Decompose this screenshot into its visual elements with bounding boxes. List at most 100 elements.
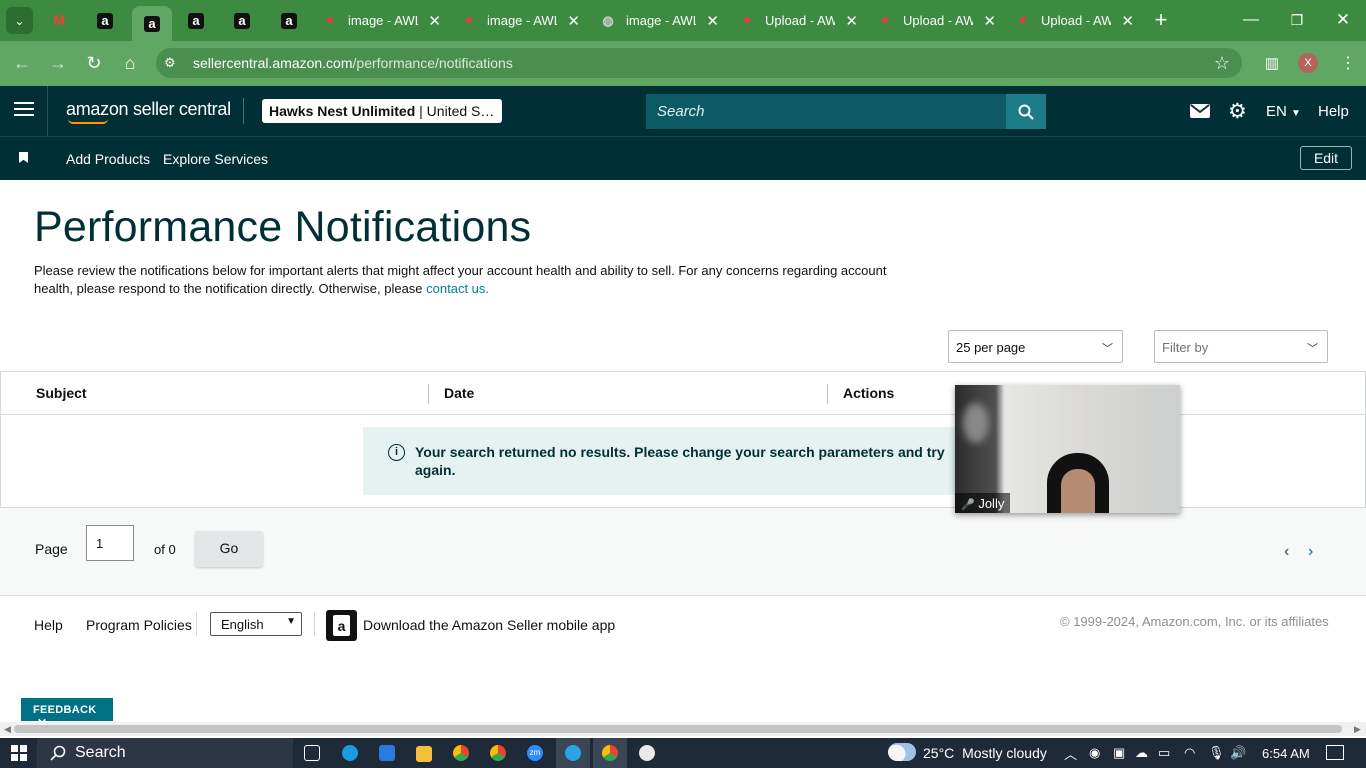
tray-overflow-icon[interactable]: ︿ bbox=[1064, 738, 1077, 768]
taskbar-search-box[interactable]: Search bbox=[37, 738, 293, 768]
filter-by-select[interactable]: Filter by ﹀ bbox=[1154, 330, 1328, 363]
per-page-value: 25 per page bbox=[956, 340, 1026, 355]
tab-amazon-4[interactable]: a bbox=[234, 6, 250, 35]
hamburger-menu-icon[interactable] bbox=[14, 100, 34, 116]
footer-language-select[interactable]: English ▼ bbox=[210, 612, 302, 636]
go-button[interactable]: Go bbox=[195, 531, 263, 567]
site-info-icon[interactable]: ⚙ bbox=[164, 55, 176, 71]
search-button[interactable] bbox=[1006, 94, 1046, 129]
scroll-left-icon[interactable]: ◀ bbox=[4, 724, 11, 735]
notification-icon[interactable] bbox=[1326, 745, 1344, 760]
video-call-overlay[interactable]: 🎤 Jolly bbox=[955, 385, 1180, 513]
side-panel-icon[interactable]: ▥ bbox=[1258, 49, 1286, 77]
footer-program-policies-link[interactable]: Program Policies bbox=[86, 617, 192, 633]
amazon-seller-central-logo[interactable]: amazon seller central bbox=[66, 99, 231, 124]
zoom-icon[interactable]: zm bbox=[527, 745, 543, 761]
chrome-icon[interactable] bbox=[453, 745, 469, 761]
onedrive-icon[interactable]: ☁ bbox=[1135, 738, 1148, 768]
nav-explore-services[interactable]: Explore Services bbox=[163, 151, 268, 167]
chrome-profile-icon[interactable] bbox=[490, 745, 506, 761]
nav-add-products[interactable]: Add Products bbox=[66, 151, 150, 167]
windows-start-icon[interactable] bbox=[11, 745, 27, 761]
app-icon[interactable] bbox=[639, 745, 655, 761]
weather-widget[interactable]: 25°C Mostly cloudy bbox=[923, 738, 1047, 768]
seller-app-icon[interactable]: a bbox=[326, 610, 357, 641]
amazon-icon: a bbox=[234, 12, 250, 29]
taskbar-active-chrome[interactable] bbox=[593, 738, 627, 768]
footer-help-link[interactable]: Help bbox=[34, 617, 63, 633]
tab-amazon-1[interactable]: a bbox=[97, 6, 113, 35]
awl-icon: ▼ bbox=[878, 13, 892, 28]
tab-amazon-3[interactable]: a bbox=[188, 6, 204, 35]
contact-us-link[interactable]: contact us. bbox=[426, 281, 489, 296]
tray-meet-icon[interactable]: ▣ bbox=[1113, 738, 1125, 768]
help-link[interactable]: Help bbox=[1318, 103, 1349, 120]
language-selector[interactable]: EN ▼ bbox=[1266, 103, 1301, 120]
page-number-input[interactable]: 1 bbox=[86, 525, 134, 561]
bookmark-star-icon[interactable]: ☆ bbox=[1208, 49, 1236, 77]
tab-title: Upload - AW bbox=[903, 13, 973, 28]
edit-button[interactable]: Edit bbox=[1300, 146, 1352, 170]
scrollbar-thumb[interactable] bbox=[14, 725, 1342, 733]
restore-icon[interactable]: ❐ bbox=[1283, 6, 1311, 34]
wifi-icon[interactable]: ◠ bbox=[1184, 738, 1195, 768]
close-tab-icon[interactable]: ✕ bbox=[983, 12, 996, 30]
per-page-select[interactable]: 25 per page ﹀ bbox=[948, 330, 1123, 363]
tab-gmail[interactable]: M bbox=[51, 6, 67, 35]
close-tab-icon[interactable]: ✕ bbox=[845, 12, 858, 30]
close-tab-icon[interactable]: ✕ bbox=[567, 12, 580, 30]
file-explorer-icon[interactable] bbox=[416, 746, 432, 762]
tab-title: Upload - AW bbox=[1041, 13, 1111, 28]
tab-amazon-active[interactable]: a bbox=[132, 6, 172, 41]
close-tab-icon[interactable]: ✕ bbox=[428, 12, 441, 30]
tab-upload-3[interactable]: ▼ Upload - AW ✕ bbox=[1015, 6, 1140, 35]
task-view-icon[interactable] bbox=[304, 745, 320, 761]
store-icon[interactable] bbox=[379, 745, 395, 761]
volume-icon[interactable]: 🔊 bbox=[1230, 738, 1246, 768]
weather-cloud-icon[interactable] bbox=[888, 743, 916, 761]
tab-amazon-5[interactable]: a bbox=[281, 6, 297, 35]
tab-awl-1[interactable]: ▼ image - AWL ✕ bbox=[322, 6, 447, 35]
header-search-input[interactable]: Search bbox=[646, 94, 1006, 129]
chevron-right-icon[interactable]: › bbox=[1308, 543, 1313, 561]
back-icon[interactable]: ← bbox=[8, 49, 36, 77]
scroll-right-icon[interactable]: ▶ bbox=[1354, 724, 1361, 735]
account-name: Hawks Nest Unlimited bbox=[269, 103, 416, 119]
close-tab-icon[interactable]: ✕ bbox=[1121, 12, 1134, 30]
clock[interactable]: 6:54 AM bbox=[1262, 738, 1310, 768]
taskbar-active-app[interactable] bbox=[556, 738, 590, 768]
download-app-link[interactable]: Download the Amazon Seller mobile app bbox=[363, 617, 615, 633]
browser-menu-icon[interactable]: ⋮ bbox=[1334, 49, 1362, 77]
battery-icon[interactable]: ▭ bbox=[1158, 738, 1170, 768]
feedback-button[interactable]: FEEDBACK ✕ bbox=[21, 698, 113, 730]
minimize-icon[interactable]: — bbox=[1237, 6, 1265, 34]
edge-icon[interactable] bbox=[342, 745, 358, 761]
account-region: | United S… bbox=[415, 103, 495, 119]
mail-icon[interactable] bbox=[1190, 104, 1210, 118]
tab-upload-1[interactable]: ▼ Upload - AW ✕ bbox=[739, 6, 864, 35]
column-date[interactable]: Date bbox=[444, 385, 474, 401]
chevron-down-icon: ⌄ bbox=[14, 13, 25, 28]
tray-app-icon[interactable]: ◉ bbox=[1089, 738, 1100, 768]
page-total: of 0 bbox=[154, 542, 176, 557]
search-placeholder: Search bbox=[657, 103, 705, 120]
home-icon[interactable]: ⌂ bbox=[116, 49, 144, 77]
tab-upload-2[interactable]: ▼ Upload - AW ✕ bbox=[877, 6, 1002, 35]
tab-awl-3[interactable]: ◍ image - AWL ✕ bbox=[600, 6, 725, 35]
new-tab-button[interactable]: + bbox=[1147, 6, 1175, 34]
tab-title: Upload - AW bbox=[765, 13, 835, 28]
chevron-left-icon[interactable]: ‹ bbox=[1284, 543, 1289, 561]
column-subject[interactable]: Subject bbox=[36, 385, 87, 401]
account-switcher[interactable]: Hawks Nest Unlimited | United S… bbox=[262, 99, 502, 123]
column-divider bbox=[428, 384, 429, 404]
profile-avatar[interactable]: X bbox=[1298, 53, 1318, 73]
gmail-icon: M bbox=[52, 12, 66, 29]
tab-awl-2[interactable]: ▼ image - AWL ✕ bbox=[461, 6, 586, 35]
window-close-icon[interactable]: ✕ bbox=[1329, 6, 1357, 34]
close-tab-icon[interactable]: ✕ bbox=[706, 12, 719, 30]
settings-gear-icon[interactable]: ⚙ bbox=[1228, 99, 1247, 124]
tab-list-button[interactable]: ⌄ bbox=[6, 7, 33, 34]
reload-icon[interactable]: ↻ bbox=[80, 49, 108, 77]
microphone-icon[interactable]: 🎙 bbox=[1208, 738, 1225, 768]
forward-icon[interactable]: → bbox=[44, 49, 72, 77]
